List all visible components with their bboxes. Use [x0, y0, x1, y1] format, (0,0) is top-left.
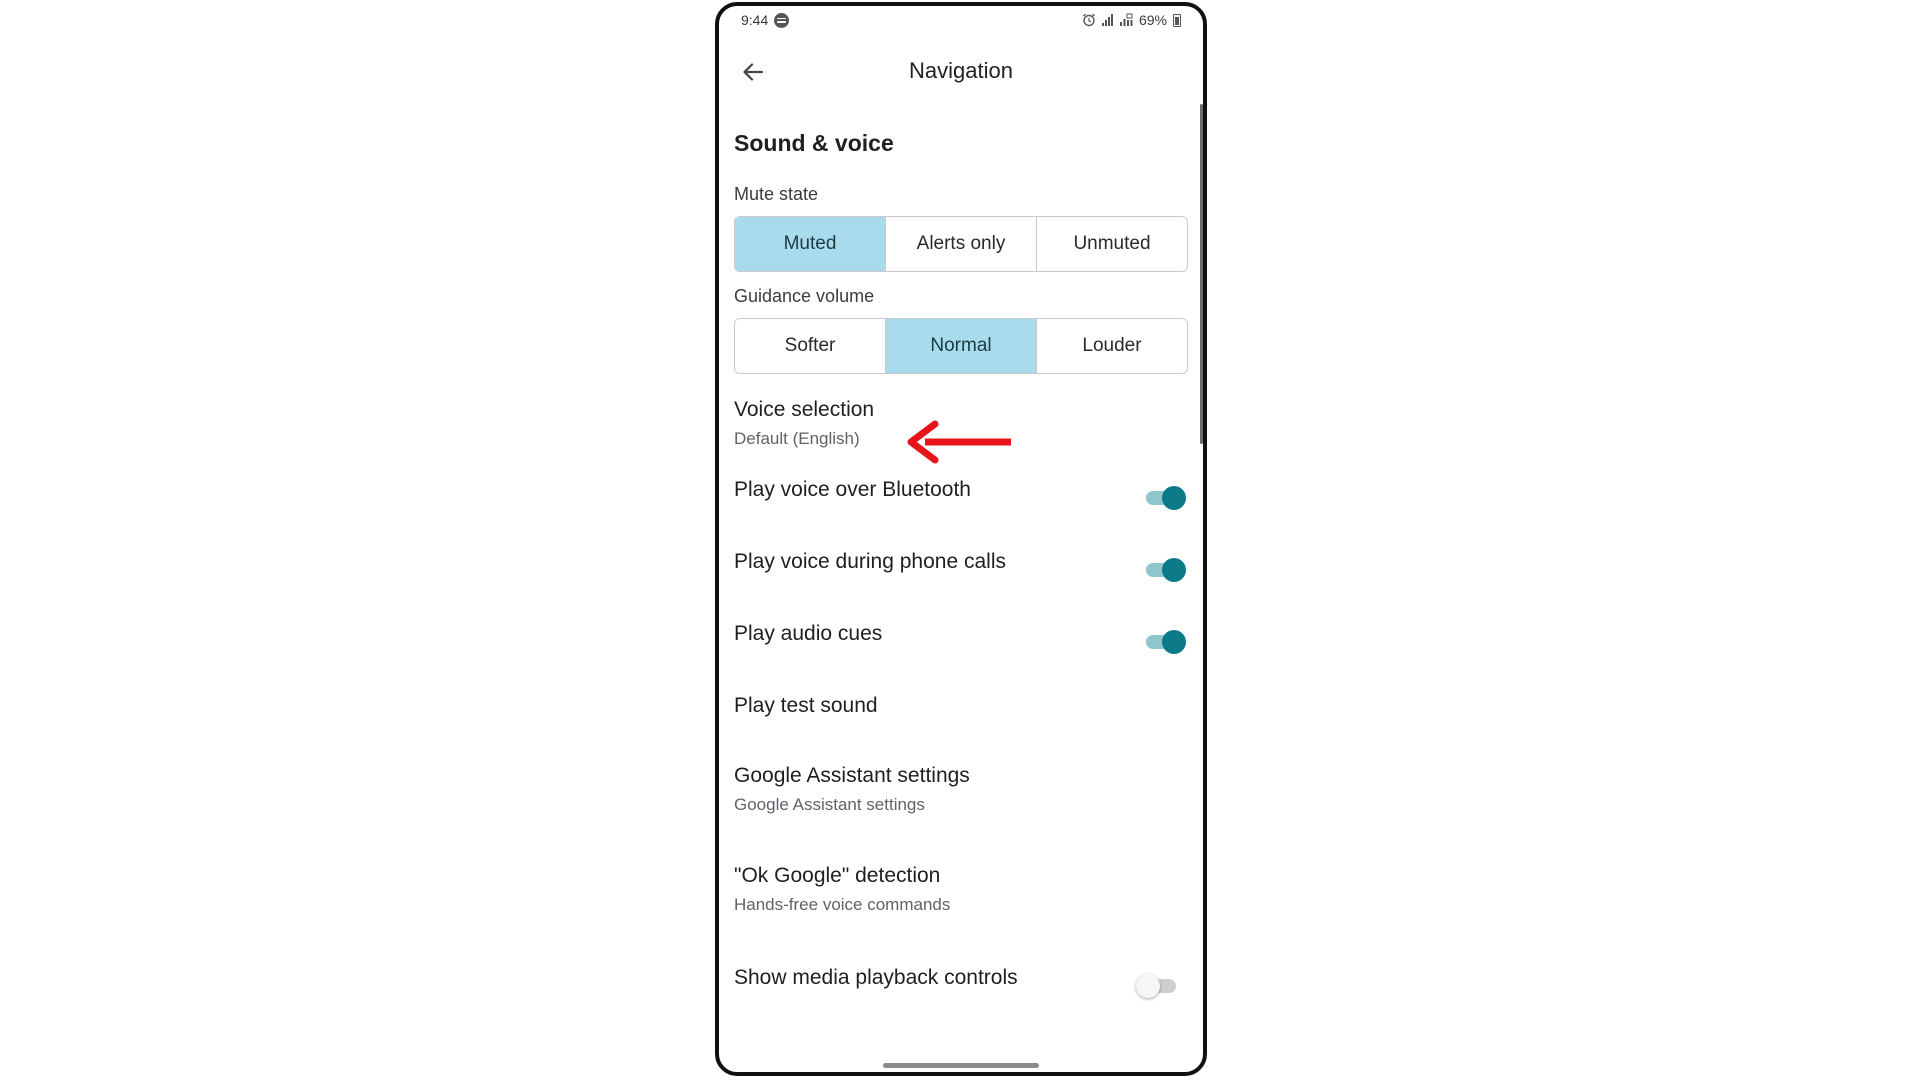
setting-play-voice-phone-calls[interactable]: Play voice during phone calls — [734, 534, 1188, 606]
mute-state-option-muted[interactable]: Muted — [735, 217, 886, 271]
alarm-icon — [1083, 13, 1095, 27]
battery-percent: 69% — [1138, 12, 1167, 28]
setting-subtitle: Hands-free voice commands — [734, 895, 951, 914]
setting-play-audio-cues[interactable]: Play audio cues — [734, 606, 1188, 678]
phone-frame: 9:44 69% Navigation Sound & voice Mute s… — [715, 2, 1207, 1076]
setting-google-assistant[interactable]: Google Assistant settings Google Assista… — [734, 750, 1188, 850]
setting-title: Play audio cues — [734, 622, 883, 645]
phone-calls-voice-toggle[interactable] — [1146, 556, 1186, 584]
status-bar: 9:44 69% — [741, 12, 1181, 34]
setting-title: Play voice during phone calls — [734, 550, 1006, 573]
setting-subtitle: Default (English) — [734, 429, 860, 448]
setting-title: Play test sound — [734, 694, 878, 717]
setting-subtitle: Google Assistant settings — [734, 795, 925, 814]
signal-secondary-icon — [1119, 13, 1133, 26]
setting-title: Voice selection — [734, 398, 875, 421]
status-right: 69% — [1082, 12, 1181, 28]
setting-show-media-controls[interactable]: Show media playback controls — [734, 950, 1188, 1022]
signal-icon — [1101, 14, 1113, 26]
status-left: 9:44 — [741, 12, 790, 28]
toggle-thumb — [1136, 974, 1160, 998]
mute-state-label: Mute state — [734, 184, 819, 204]
setting-play-test-sound[interactable]: Play test sound — [734, 678, 1188, 750]
toggle-thumb — [1162, 558, 1186, 582]
mute-state-segmented-control: Muted Alerts only Unmuted — [734, 216, 1188, 272]
setting-ok-google-detection[interactable]: "Ok Google" detection Hands-free voice c… — [734, 850, 1188, 950]
scrollbar[interactable] — [1200, 104, 1203, 444]
setting-title: "Ok Google" detection — [734, 864, 941, 887]
bluetooth-voice-toggle[interactable] — [1146, 484, 1186, 512]
guidance-volume-option-louder[interactable]: Louder — [1037, 319, 1187, 373]
battery-icon — [1173, 13, 1181, 27]
setting-play-voice-bluetooth[interactable]: Play voice over Bluetooth — [734, 462, 1188, 534]
page-title: Navigation — [909, 58, 1013, 83]
guidance-volume-option-softer[interactable]: Softer — [735, 319, 886, 373]
status-time: 9:44 — [741, 12, 769, 28]
settings-content: Sound & voice Mute state Muted Alerts on… — [734, 116, 1188, 1022]
mute-state-option-unmuted[interactable]: Unmuted — [1037, 217, 1187, 271]
guidance-volume-segmented-control: Softer Normal Louder — [734, 318, 1188, 374]
setting-title: Play voice over Bluetooth — [734, 478, 971, 501]
setting-title: Show media playback controls — [734, 966, 1018, 989]
setting-title: Google Assistant settings — [734, 764, 970, 787]
guidance-volume-option-normal[interactable]: Normal — [886, 319, 1037, 373]
guidance-volume-label: Guidance volume — [734, 286, 875, 306]
section-title: Sound & voice — [734, 130, 894, 156]
toggle-thumb — [1162, 486, 1186, 510]
spotify-icon — [774, 12, 790, 28]
toggle-thumb — [1162, 630, 1186, 654]
red-arrow-left-icon — [907, 420, 1011, 464]
home-indicator[interactable] — [883, 1063, 1039, 1068]
audio-cues-toggle[interactable] — [1146, 628, 1186, 656]
mute-state-option-alerts-only[interactable]: Alerts only — [886, 217, 1037, 271]
app-bar: Navigation — [719, 50, 1203, 94]
media-controls-toggle[interactable] — [1136, 972, 1176, 1000]
